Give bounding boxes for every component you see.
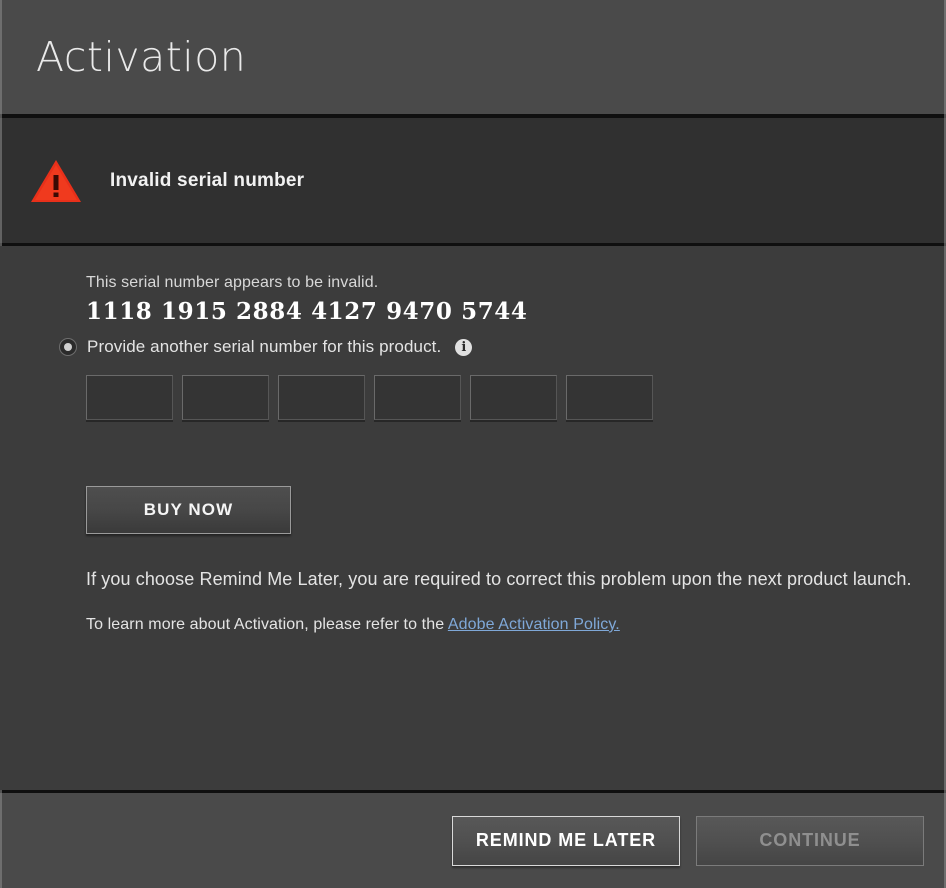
- invalid-serial-number: 1118 1915 2884 4127 9470 5744: [86, 298, 528, 325]
- serial-input-1[interactable]: [86, 375, 173, 420]
- learn-more-line: To learn more about Activation, please r…: [86, 616, 946, 634]
- radio-label: Provide another serial number for this p…: [87, 337, 442, 356]
- adobe-activation-policy-link[interactable]: Adobe Activation Policy.: [448, 616, 620, 633]
- remind-me-later-note: If you choose Remind Me Later, you are r…: [86, 569, 912, 589]
- activation-dialog: Activation Invalid serial number This se…: [0, 0, 946, 888]
- buy-now-button[interactable]: BUY NOW: [86, 486, 291, 534]
- remind-me-later-button[interactable]: REMIND ME LATER: [452, 815, 680, 866]
- serial-number-input-group: [86, 375, 946, 420]
- serial-input-4[interactable]: [374, 375, 461, 420]
- warning-message: Invalid serial number: [110, 169, 305, 191]
- provide-another-serial-option[interactable]: Provide another serial number for this p…: [59, 337, 946, 357]
- learn-more-prefix: To learn more about Activation, please r…: [86, 615, 448, 633]
- info-icon[interactable]: i: [455, 338, 473, 356]
- dialog-footer: REMIND ME LATER CONTINUE: [0, 790, 946, 888]
- continue-button: CONTINUE: [696, 815, 924, 866]
- serial-input-3[interactable]: [278, 375, 365, 420]
- serial-input-2[interactable]: [182, 375, 269, 420]
- serial-input-6[interactable]: [566, 375, 653, 420]
- warning-band: Invalid serial number: [0, 118, 946, 246]
- dialog-header: Activation: [0, 0, 946, 118]
- serial-input-5[interactable]: [470, 375, 557, 420]
- invalid-notice: This serial number appears to be invalid…: [86, 274, 379, 291]
- warning-triangle-icon: [30, 158, 82, 204]
- dialog-body: This serial number appears to be invalid…: [0, 246, 946, 790]
- radio-provide-another-serial[interactable]: [59, 338, 77, 356]
- page-title: Activation: [36, 32, 247, 81]
